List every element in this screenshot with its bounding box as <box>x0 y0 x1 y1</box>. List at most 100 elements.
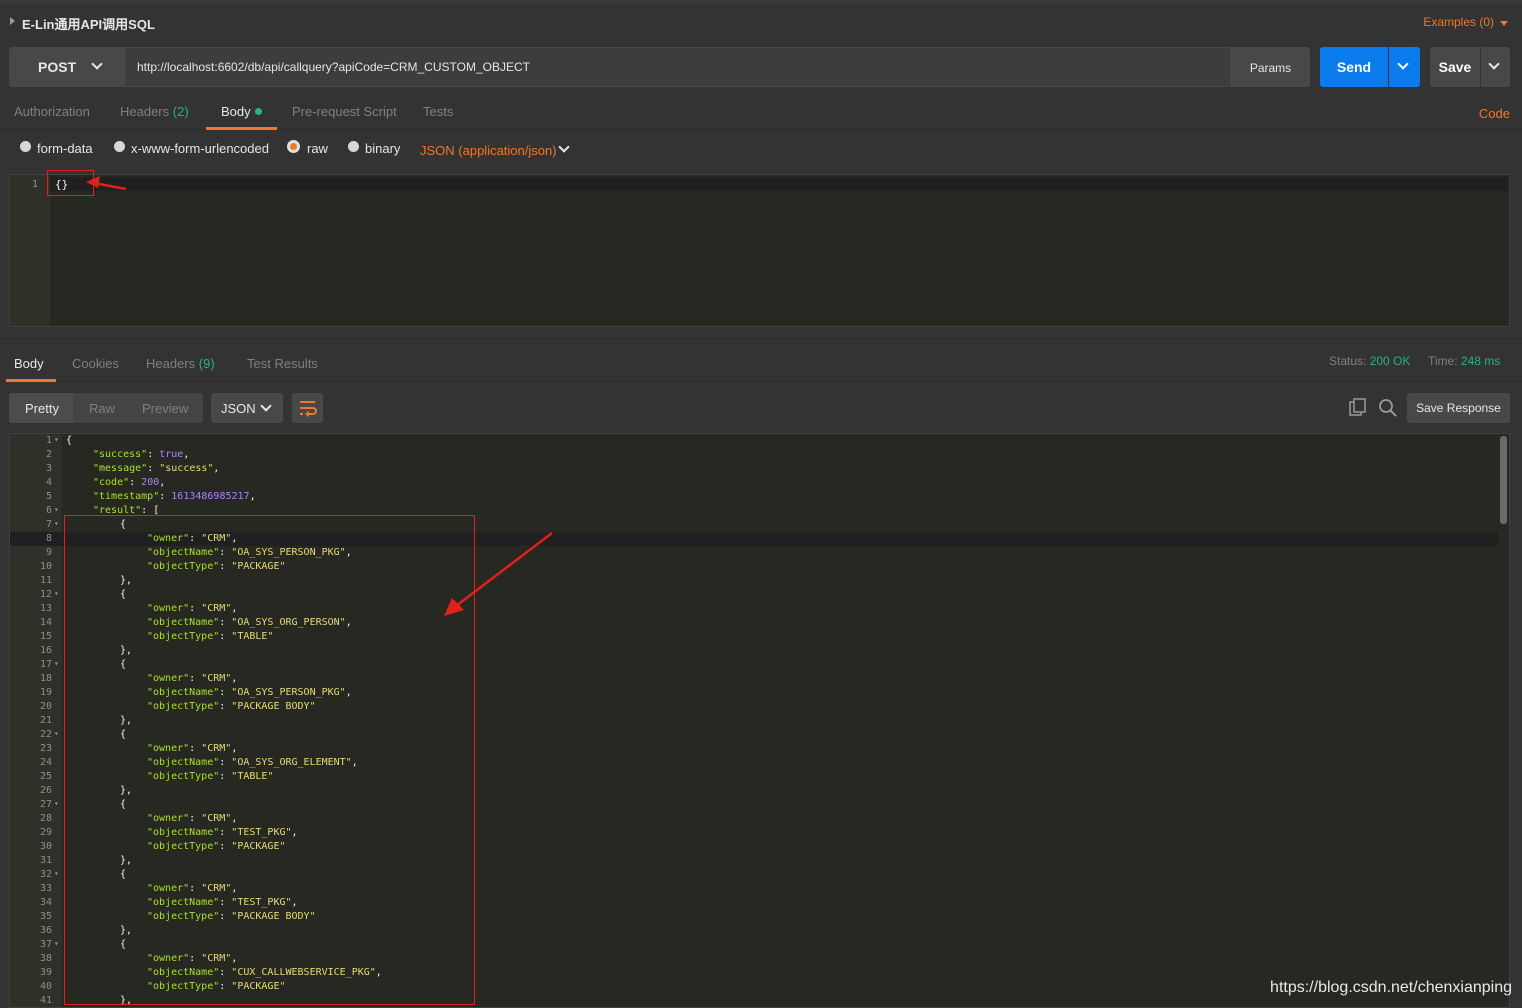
annotation-arrow-icon <box>86 176 127 191</box>
fold-toggle-icon[interactable]: ▾ <box>54 435 59 444</box>
request-body-editor[interactable]: 1 {} <box>9 174 1510 327</box>
line-number: 41 <box>39 995 52 1006</box>
line-number: 9 <box>45 547 52 558</box>
format-select[interactable]: JSON <box>211 393 283 423</box>
line-number: 21 <box>39 715 52 726</box>
body-type-options: form-data x-www-form-urlencoded raw bina… <box>0 136 1522 162</box>
wrap-icon <box>300 401 317 417</box>
caret-down-icon[interactable] <box>1500 21 1508 26</box>
fold-toggle-icon[interactable]: ▾ <box>54 729 59 738</box>
fold-toggle-icon[interactable]: ▾ <box>54 505 59 514</box>
code-token: , <box>249 491 256 502</box>
wrap-lines-button[interactable] <box>292 393 323 423</box>
copy-icon[interactable] <box>1348 398 1368 418</box>
fold-toggle-icon[interactable]: ▾ <box>54 519 59 528</box>
active-tab-indicator <box>6 379 56 382</box>
url-input[interactable]: http://localhost:6602/db/api/callquery?a… <box>125 47 1229 87</box>
line-number: 27 <box>39 799 52 810</box>
vertical-scrollbar[interactable] <box>1500 436 1507 524</box>
code-token: true <box>159 449 184 460</box>
radio-form-data-label[interactable]: form-data <box>37 141 93 156</box>
watermark-text: https://blog.csdn.net/chenxianping <box>1270 979 1512 996</box>
content-type-select[interactable]: JSON (application/json) <box>420 143 557 158</box>
radio-urlencoded-label[interactable]: x-www-form-urlencoded <box>131 141 269 156</box>
line-number: 14 <box>39 617 52 628</box>
line-number: 33 <box>39 883 52 894</box>
code-text: "success": true, <box>93 449 189 460</box>
active-line-highlight <box>50 177 1509 191</box>
window-top-edge <box>0 0 1522 4</box>
status-readout: Status: 200 OK <box>1329 354 1410 368</box>
status-value: 200 OK <box>1369 354 1411 368</box>
view-mode-group: Pretty Raw Preview <box>9 393 203 423</box>
chevron-down-icon[interactable] <box>558 141 570 153</box>
raw-button[interactable]: Raw <box>89 401 115 416</box>
radio-binary[interactable] <box>348 141 359 152</box>
save-dropdown-button[interactable] <box>1481 47 1510 87</box>
line-number: 24 <box>39 757 52 768</box>
tab-body[interactable]: Body <box>221 104 262 119</box>
fold-toggle-icon[interactable]: ▾ <box>54 589 59 598</box>
line-number: 26 <box>39 785 52 796</box>
save-button[interactable]: Save <box>1430 47 1480 87</box>
pretty-button[interactable]: Pretty <box>25 401 59 416</box>
tab-response-headers[interactable]: Headers (9) <box>146 356 215 371</box>
code-token: 1613486985217 <box>171 491 250 502</box>
examples-dropdown[interactable]: Examples (0) <box>1423 15 1494 29</box>
code-line: 1 ▾ { <box>10 435 1498 449</box>
url-text: http://localhost:6602/db/api/callquery?a… <box>137 60 530 74</box>
fold-toggle-icon[interactable]: ▾ <box>54 799 59 808</box>
caret-right-icon[interactable] <box>10 17 15 25</box>
radio-binary-label[interactable]: binary <box>365 141 400 156</box>
params-button[interactable]: Params <box>1229 47 1310 87</box>
collection-title-row: E-Lin通用API调用SQL Examples (0) <box>0 8 1522 36</box>
time-label: Time: <box>1428 354 1458 368</box>
tab-headers[interactable]: Headers (2) <box>120 104 189 119</box>
line-number: 15 <box>39 631 52 642</box>
request-title[interactable]: E-Lin通用API调用SQL <box>22 14 155 33</box>
tab-response-body[interactable]: Body <box>14 356 44 371</box>
method-select[interactable]: POST <box>9 47 125 87</box>
send-dropdown-button[interactable] <box>1389 47 1420 87</box>
tab-cookies[interactable]: Cookies <box>72 356 119 371</box>
fold-toggle-icon[interactable]: ▾ <box>54 659 59 668</box>
fold-toggle-icon[interactable]: ▾ <box>54 939 59 948</box>
radio-urlencoded[interactable] <box>114 141 125 152</box>
line-number: 31 <box>39 855 52 866</box>
tab-authorization[interactable]: Authorization <box>14 104 90 119</box>
tab-test-results[interactable]: Test Results <box>247 356 318 371</box>
line-number: 28 <box>39 813 52 824</box>
tab-response-headers-label: Headers <box>146 356 196 371</box>
code-link[interactable]: Code <box>1479 106 1510 121</box>
tab-headers-count: (2) <box>172 104 189 119</box>
code-token: , <box>159 477 166 488</box>
radio-raw[interactable] <box>287 140 300 153</box>
chevron-down-icon <box>1488 58 1500 70</box>
tab-response-headers-count: (9) <box>198 356 215 371</box>
active-tab-indicator <box>206 127 277 130</box>
preview-button[interactable]: Preview <box>142 401 188 416</box>
code-token: , <box>213 463 220 474</box>
line-number: 1 <box>45 435 52 446</box>
line-number: 10 <box>39 561 52 572</box>
code-text: "message": "success", <box>93 463 219 474</box>
annotation-highlight-box <box>64 515 475 1005</box>
status-label: Status: <box>1329 354 1367 368</box>
request-tabs: Authorization Headers (2) Body Pre-reque… <box>0 96 1522 130</box>
radio-form-data[interactable] <box>20 141 31 152</box>
line-number: 34 <box>39 897 52 908</box>
code-token: : <box>159 491 172 502</box>
tab-tests[interactable]: Tests <box>423 104 453 119</box>
send-button[interactable]: Send <box>1320 47 1388 87</box>
line-number: 3 <box>45 463 52 474</box>
code-token: "code" <box>93 477 130 488</box>
radio-raw-label[interactable]: raw <box>307 141 328 156</box>
line-number: 5 <box>45 491 52 502</box>
tab-pre-request-script[interactable]: Pre-request Script <box>292 104 397 119</box>
save-label: Save <box>1438 59 1472 75</box>
fold-toggle-icon[interactable]: ▾ <box>54 869 59 878</box>
line-number: 30 <box>39 841 52 852</box>
params-label: Params <box>1249 61 1292 75</box>
save-response-button[interactable]: Save Response <box>1407 393 1510 423</box>
search-icon[interactable] <box>1378 398 1398 418</box>
